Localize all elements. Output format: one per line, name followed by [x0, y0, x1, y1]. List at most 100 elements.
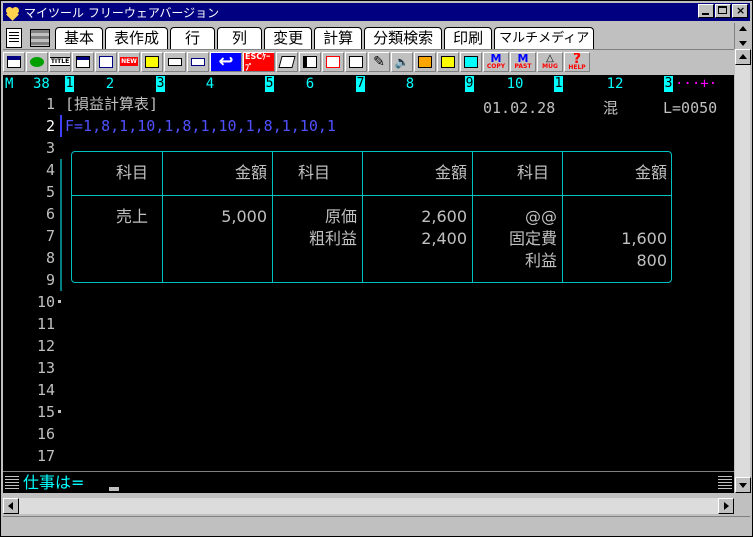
- editor-area[interactable]: M 38 1 2 3 4 5 6 7 8 9 10 1 12 3 ···+· 1…: [3, 75, 734, 471]
- table-cell: 800: [636, 251, 667, 270]
- line-number: 14: [36, 381, 55, 399]
- text-cursor: [60, 115, 62, 137]
- table-cell: 売上: [116, 207, 149, 226]
- menu-bar: 基本 表作成 行 列 変更 計算 分類検索 印刷 マルチメディア: [3, 23, 750, 49]
- tab-multimedia[interactable]: マルチメディア: [494, 27, 595, 49]
- table-cell: 5,000: [221, 207, 267, 226]
- memory-copy-icon[interactable]: M COPY: [483, 51, 509, 72]
- insert-icon[interactable]: [322, 51, 344, 72]
- print-preview-icon[interactable]: [187, 51, 209, 72]
- escape-icon[interactable]: ESCｹｰﾌﾟ: [243, 51, 275, 72]
- line-length: L=0050: [663, 99, 718, 117]
- tab-scroll[interactable]: [734, 23, 750, 49]
- tab-modify[interactable]: 変更: [264, 27, 313, 49]
- tab-print[interactable]: 印刷: [444, 27, 493, 49]
- tab-row[interactable]: 行: [170, 27, 216, 49]
- scroll-down-button[interactable]: [735, 477, 751, 493]
- ruler-tab-stop: 7: [356, 76, 365, 92]
- cursor-column: 38: [33, 76, 50, 92]
- table-cell: 固定費: [508, 229, 557, 248]
- command-bar[interactable]: 仕事は=: [3, 471, 734, 493]
- title-icon[interactable]: TITLE: [49, 51, 71, 72]
- calculator-icon[interactable]: [3, 27, 25, 49]
- line-number: 17: [36, 447, 55, 465]
- grip-icon: [5, 476, 19, 490]
- table-header: 科目: [116, 163, 149, 182]
- speaker-icon[interactable]: 🔈: [391, 51, 413, 72]
- scroll-up-button[interactable]: [735, 49, 751, 65]
- table-marker-bar: [60, 159, 62, 291]
- table-header: 科目: [298, 163, 331, 182]
- copy-window-icon[interactable]: [95, 51, 117, 72]
- window-icon[interactable]: [3, 51, 25, 72]
- table-header: 金額: [434, 163, 467, 182]
- file-icon[interactable]: [141, 51, 163, 72]
- pen-icon[interactable]: ✎: [368, 51, 390, 72]
- scroll-left-button[interactable]: [3, 498, 19, 514]
- line-number: 11: [36, 315, 55, 333]
- tab-column[interactable]: 列: [217, 27, 263, 49]
- maximize-button[interactable]: [715, 4, 731, 18]
- line-number: 12: [36, 337, 55, 355]
- table-header: 科目: [517, 163, 550, 182]
- title-bar[interactable]: マイツール フリーウェアバージョン ×: [3, 3, 750, 21]
- tab-basic[interactable]: 基本: [55, 27, 104, 49]
- ruler-tab-stop: 3: [156, 76, 165, 92]
- vertical-scrollbar[interactable]: [734, 49, 751, 493]
- sheet-date: 01.02.28: [483, 99, 556, 117]
- scrollbar-corner: [734, 498, 750, 514]
- horizontal-scrollbar[interactable]: [3, 498, 734, 514]
- minimize-button[interactable]: [698, 4, 714, 18]
- command-caret: [109, 487, 119, 491]
- scroll-down-icon[interactable]: [739, 41, 747, 46]
- scroll-up-icon[interactable]: [739, 26, 747, 31]
- table-cell: @@: [525, 207, 557, 226]
- format-line[interactable]: F=1,8,1,10,1,8,1,10,1,8,1,10,1: [65, 115, 336, 137]
- line-gutter: 1 2 3 4 5 6 7 8 9 10 11 12 13 14 15 16 1…: [3, 93, 65, 471]
- ruler-tab-stop: 3: [664, 76, 673, 92]
- tab-create-table[interactable]: 表作成: [105, 27, 169, 49]
- grip-icon: [718, 476, 732, 490]
- line-number: 6: [45, 205, 55, 223]
- line-number: 5: [45, 183, 55, 201]
- line-number: 9: [45, 271, 55, 289]
- profit-loss-table[interactable]: 科目 金額 科目 金額 科目 金額 売上 5,000 原価 粗利益 2,600 …: [71, 151, 672, 283]
- book-icon[interactable]: [276, 51, 298, 72]
- column-ruler: M 38 1 2 3 4 5 6 7 8 9 10 1 12 3 ···+·: [3, 75, 734, 93]
- book-open-icon[interactable]: [414, 51, 436, 72]
- minimize-icon: [702, 13, 709, 15]
- chart-icon[interactable]: [26, 51, 48, 72]
- scroll-right-button[interactable]: [718, 498, 734, 514]
- edit-mode-indicator: M: [5, 76, 14, 92]
- ruler-mark: 8: [405, 76, 415, 92]
- tab-classify-search[interactable]: 分類検索: [364, 27, 443, 49]
- command-prompt: 仕事は=: [23, 473, 85, 492]
- ruler-mark: 4: [205, 76, 215, 92]
- new-table-icon[interactable]: [72, 51, 94, 72]
- mug-icon[interactable]: △ MUG: [537, 51, 563, 72]
- line-number: 8: [45, 249, 55, 267]
- toolbar: TITLE NEW ↩ ESCｹｰﾌﾟ ✎ 🔈 M COPY M PAST △ MUG…: [3, 49, 734, 73]
- ruler-tab-stop: 9: [465, 76, 474, 92]
- print-icon[interactable]: [164, 51, 186, 72]
- memory-paste-icon[interactable]: M PAST: [510, 51, 536, 72]
- table-cell: 2,400: [421, 229, 467, 248]
- tab-calculate[interactable]: 計算: [314, 27, 363, 49]
- close-button[interactable]: ×: [732, 4, 748, 18]
- heart-app-icon[interactable]: [5, 4, 21, 21]
- notepad-icon[interactable]: [437, 51, 459, 72]
- new-icon[interactable]: NEW: [118, 51, 140, 72]
- help-icon[interactable]: ? HELP: [564, 51, 590, 72]
- transfer-icon[interactable]: [460, 51, 482, 72]
- sheet-title[interactable]: [損益計算表]: [65, 93, 158, 115]
- layout-icon[interactable]: [299, 51, 321, 72]
- line-number: 3: [45, 139, 55, 157]
- table-cell: 利益: [524, 251, 557, 270]
- line-number: 16: [36, 425, 55, 443]
- enter-icon[interactable]: ↩: [210, 51, 242, 72]
- paste-icon[interactable]: [345, 51, 367, 72]
- ruler-tail: ···+·: [675, 76, 718, 92]
- table-cell: 粗利益: [308, 229, 357, 248]
- status-bar: [3, 516, 750, 536]
- list-view-icon[interactable]: [27, 27, 53, 49]
